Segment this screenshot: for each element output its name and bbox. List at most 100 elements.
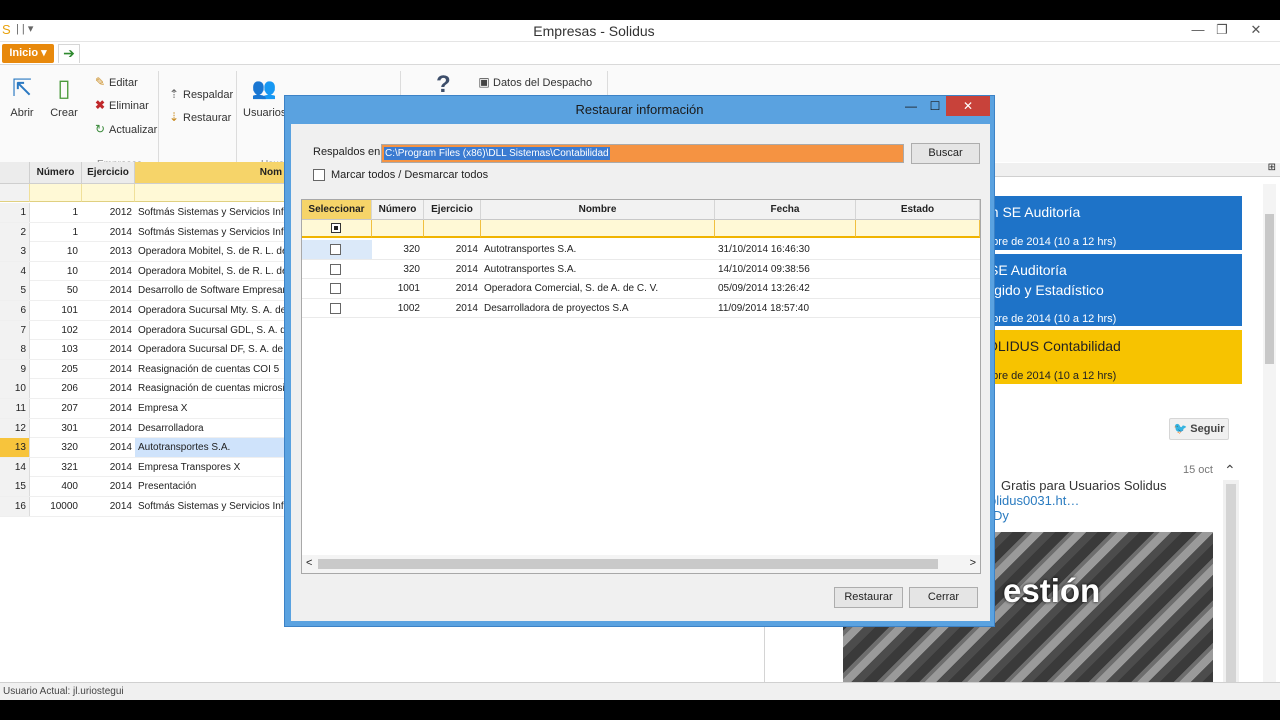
table-row[interactable]: 1 1 2012 Softmás Sistemas y Servicios Info [0, 203, 290, 223]
col-header-fecha[interactable]: Fecha [715, 200, 856, 220]
ribbon-separator [236, 71, 237, 171]
restaurar-ribbon-button[interactable]: ⇣ Restaurar [167, 110, 231, 124]
filter-nombre-dlg[interactable] [481, 220, 715, 238]
col-header-estado[interactable]: Estado [856, 200, 980, 220]
news-card-3[interactable]: OLIDUS Contabilidad mbre de 2014 (10 a 1… [983, 330, 1242, 384]
close-button[interactable]: ✕ [1244, 21, 1268, 39]
filter-nombre[interactable] [135, 184, 295, 202]
filter-numero-dlg[interactable] [372, 220, 424, 238]
marcar-todos-label[interactable]: Marcar todos / Desmarcar todos [331, 169, 488, 181]
usuarios-button[interactable]: 👥 Usuarios [243, 75, 287, 119]
col-header-numero[interactable]: Número [30, 162, 82, 184]
minimize-button[interactable]: — [1186, 21, 1210, 39]
restore-button[interactable]: ❐ [1210, 21, 1234, 39]
filter-estado[interactable] [856, 220, 980, 238]
restore-dialog: Restaurar información — ☐ ✕ Respaldos en… [284, 95, 995, 627]
table-row[interactable]: 8 103 2014 Operadora Sucursal DF, S. A. de [0, 340, 290, 360]
panel-scrollbar-thumb[interactable] [1265, 214, 1274, 364]
cell-ejercicio: 2014 [109, 442, 132, 454]
marcar-todos-checkbox[interactable] [313, 169, 325, 181]
dialog-maximize-button[interactable]: ☐ [923, 96, 947, 116]
filter-fecha[interactable] [715, 220, 856, 238]
table-row[interactable]: 7 102 2014 Operadora Sucursal GDL, S. A. de [0, 320, 290, 341]
table-row[interactable]: 10 206 2014 Reasignación de cuentas microsi [0, 379, 290, 399]
row-select-checkbox[interactable] [330, 302, 341, 314]
row-number: 10 [0, 379, 30, 399]
abrir-button[interactable]: ⇱ Abrir [2, 75, 42, 119]
horizontal-scrollbar[interactable]: < > [302, 555, 980, 573]
actualizar-button[interactable]: ↻ Actualizar [93, 122, 157, 136]
filter-ejercicio[interactable] [82, 184, 135, 202]
backup-row[interactable]: 1002 2014 Desarrolladora de proyectos S.A 1… [302, 299, 980, 319]
panel-scrollbar[interactable] [1263, 184, 1276, 689]
cell-numero: 320 [61, 442, 78, 454]
path-text: C:\Program Files (x86)\DLL Sistemas\Cont… [384, 147, 610, 160]
table-row[interactable]: 4 10 2014 Operadora Mobitel, S. de R. L. de [0, 261, 290, 282]
row-number: 9 [0, 359, 30, 379]
col-header-seleccionar[interactable]: Seleccionar [302, 200, 372, 220]
cerrar-button[interactable]: Cerrar [909, 587, 978, 608]
grid-corner [0, 162, 30, 184]
table-row[interactable]: 11 207 2014 Empresa X [0, 399, 290, 419]
card2-subtitle: igido y Estadístico [991, 282, 1104, 298]
pin-icon[interactable]: ⊞ [1268, 162, 1276, 173]
table-row[interactable]: 9 205 2014 Reasignación de cuentas COI 5 [0, 359, 290, 380]
crear-button[interactable]: ▯ Crear [44, 75, 84, 119]
table-row[interactable]: 2 1 2014 Softmás Sistemas y Servicios Info [0, 222, 290, 243]
table-row[interactable]: 12 301 2014 Desarrolladora [0, 418, 290, 439]
table-row[interactable]: 6 101 2014 Operadora Sucursal Mty. S. A. de [0, 301, 290, 321]
dialog-close-button[interactable]: ✕ [946, 96, 990, 116]
row-number: 1 [0, 203, 30, 222]
scroll-right-icon[interactable]: > [970, 557, 976, 569]
backup-row[interactable]: 1001 2014 Operadora Comercial, S. de A. de… [302, 279, 980, 299]
cell-numero: 205 [61, 363, 78, 375]
cell-ejercicio: 2014 [455, 283, 478, 295]
col-header-ejercicio-dlg[interactable]: Ejercicio [424, 200, 481, 220]
cell-ejercicio: 2013 [109, 246, 132, 258]
arrow-tab-icon[interactable]: ➔ [58, 44, 80, 63]
col-header-numero-dlg[interactable]: Número [372, 200, 424, 220]
editar-button[interactable]: ✎ Editar [93, 75, 138, 89]
col-header-ejercicio[interactable]: Ejercicio [82, 162, 135, 184]
news-card-1[interactable]: ón SE Auditoría mbre de 2014 (10 a 12 hr… [983, 196, 1242, 250]
eliminar-button[interactable]: ✖ Eliminar [93, 98, 149, 112]
tweet-scroll-up-icon[interactable]: ⌃ [1224, 462, 1236, 479]
col-header-nombre-dlg[interactable]: Nombre [481, 200, 715, 220]
seguir-button[interactable]: 🐦 Seguir [1169, 418, 1229, 440]
filter-seleccionar[interactable] [302, 220, 372, 238]
restaurar-button[interactable]: Restaurar [834, 587, 903, 608]
table-row[interactable]: 5 50 2014 Desarrollo de Software Empresari [0, 281, 290, 301]
row-select-checkbox[interactable] [330, 244, 341, 255]
cell-numero: 321 [61, 461, 78, 473]
horizontal-scrollbar-thumb[interactable] [318, 559, 938, 569]
filter-ejercicio-dlg[interactable] [424, 220, 481, 238]
table-row[interactable]: 16 10000 2014 Softmás Sistemas y Servicios … [0, 497, 290, 517]
cell-ejercicio: 2014 [109, 226, 132, 238]
row-select-checkbox[interactable] [330, 263, 341, 275]
tweet-scrollbar-thumb[interactable] [1226, 484, 1236, 684]
respaldar-button[interactable]: ⇡ Respaldar [167, 87, 233, 101]
users-icon: 👥 [251, 78, 277, 100]
filter-numero[interactable] [30, 184, 82, 202]
scroll-left-icon[interactable]: < [306, 557, 312, 569]
path-input[interactable]: C:\Program Files (x86)\DLL Sistemas\Cont… [381, 144, 904, 163]
tweet-link-2[interactable]: Dy [993, 508, 1009, 523]
table-row[interactable]: 3 10 2013 Operadora Mobitel, S. de R. L. de [0, 242, 290, 262]
tweet-scrollbar[interactable] [1223, 480, 1239, 692]
datos-despacho-button[interactable]: ▣ Datos del Despacho [477, 75, 592, 89]
buscar-button[interactable]: Buscar [911, 143, 980, 164]
backup-row[interactable]: 320 2014 Autotransportes S.A. 31/10/2014 16… [302, 240, 980, 260]
row-select-checkbox[interactable] [330, 283, 341, 295]
filter-select-all-checkbox[interactable] [331, 223, 341, 233]
seguir-label: Seguir [1190, 423, 1225, 435]
table-row[interactable]: 14 321 2014 Empresa Transpores X [0, 457, 290, 478]
table-row[interactable]: 13 320 2014 Autotransportes S.A. [0, 438, 290, 458]
tweet-link[interactable]: olidus0031.ht… [989, 493, 1079, 508]
dialog-minimize-button[interactable]: — [899, 96, 923, 116]
news-card-2[interactable]: SE Auditoría igido y Estadístico mbre de… [983, 254, 1242, 326]
table-row[interactable]: 15 400 2014 Presentación [0, 477, 290, 497]
backup-row[interactable]: 320 2014 Autotransportes S.A. 14/10/2014 09… [302, 260, 980, 280]
usuarios-label: Usuarios [243, 107, 287, 119]
tab-inicio[interactable]: Inicio ▾ [2, 44, 54, 63]
col-header-nombre[interactable]: Nom [135, 162, 295, 184]
